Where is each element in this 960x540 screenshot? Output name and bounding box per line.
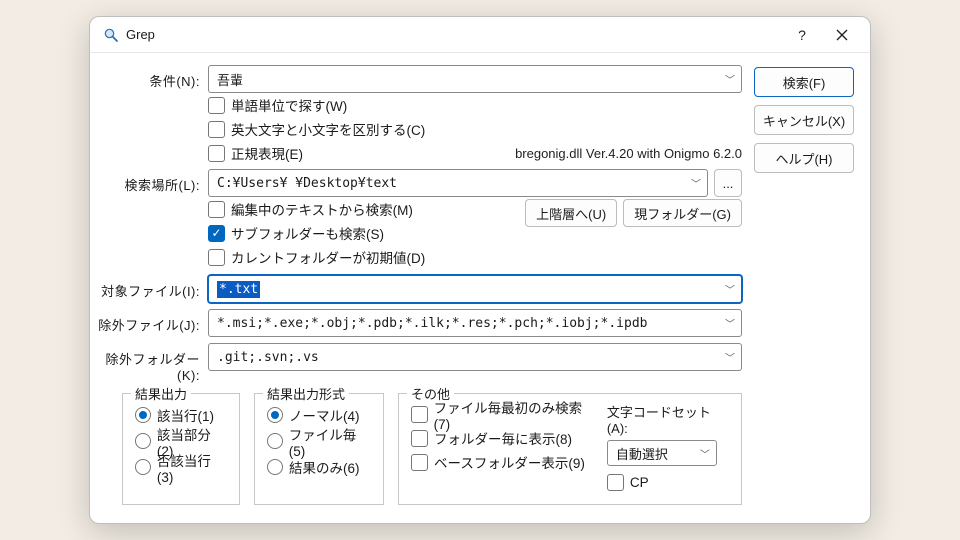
word-checkbox[interactable] (208, 97, 225, 114)
cancel-button[interactable]: キャンセル(X) (754, 105, 854, 135)
cp-checkbox[interactable] (607, 474, 624, 491)
condition-label: 条件(N): (98, 65, 208, 90)
format-perfile-radio[interactable] (267, 433, 283, 449)
location-label: 検索場所(L): (98, 169, 208, 194)
grep-dialog: Grep ? 条件(N): 吾輩 ﹀ 単語単位で探す(W) (89, 16, 871, 524)
exclude-file-label: 除外ファイル(J): (98, 309, 208, 334)
regex-version: bregonig.dll Ver.4.20 with Onigmo 6.2.0 (515, 146, 742, 161)
current-folder-button[interactable]: 現フォルダー(G) (623, 199, 742, 227)
target-input[interactable]: *.txt ﹀ (208, 275, 742, 303)
current-default-checkbox[interactable] (208, 249, 225, 266)
result-notline-radio[interactable] (135, 459, 151, 475)
subfolder-checkbox[interactable]: ✓ (208, 225, 225, 242)
browse-button[interactable]: ... (714, 169, 742, 197)
other-group: その他 ファイル毎最初のみ検索(7) フォルダー毎に表示(8) ベースフォルダー… (398, 393, 742, 505)
chevron-down-icon: ﹀ (725, 316, 735, 331)
charset-select[interactable]: 自動選択 ﹀ (607, 440, 717, 466)
close-button[interactable] (822, 21, 862, 49)
firstonly-checkbox[interactable] (411, 406, 428, 423)
exclude-folder-input[interactable]: .git;.svn;.vs ﹀ (208, 343, 742, 371)
window-title: Grep (126, 27, 782, 42)
chevron-down-icon: ﹀ (725, 282, 735, 297)
regex-checkbox[interactable] (208, 145, 225, 162)
result-part-radio[interactable] (135, 433, 151, 449)
chevron-down-icon: ﹀ (725, 350, 735, 365)
format-resultonly-radio[interactable] (267, 459, 283, 475)
case-checkbox[interactable] (208, 121, 225, 138)
up-folder-button[interactable]: 上階層へ(U) (525, 199, 617, 227)
result-format-group: 結果出力形式 ノーマル(4) ファイル毎(5) 結果のみ(6) (254, 393, 384, 505)
search-button[interactable]: 検索(F) (754, 67, 854, 97)
result-line-radio[interactable] (135, 407, 151, 423)
basefolder-checkbox[interactable] (411, 454, 428, 471)
editing-checkbox[interactable] (208, 201, 225, 218)
titlebar: Grep ? (90, 17, 870, 53)
charset-label: 文字コードセット(A): (607, 402, 729, 436)
chevron-down-icon: ﹀ (725, 72, 735, 87)
chevron-down-icon: ﹀ (691, 176, 701, 191)
format-normal-radio[interactable] (267, 407, 283, 423)
location-input[interactable]: C:¥Users¥ ¥Desktop¥text ﹀ (208, 169, 708, 197)
perfolder-checkbox[interactable] (411, 430, 428, 447)
result-output-group: 結果出力 該当行(1) 該当部分(2) 否該当行(3) (122, 393, 240, 505)
chevron-down-icon: ﹀ (700, 446, 710, 461)
app-icon (102, 26, 120, 44)
condition-input[interactable]: 吾輩 ﹀ (208, 65, 742, 93)
help-button[interactable]: ヘルプ(H) (754, 143, 854, 173)
help-titlebar-button[interactable]: ? (782, 21, 822, 49)
exclude-file-input[interactable]: *.msi;*.exe;*.obj;*.pdb;*.ilk;*.res;*.pc… (208, 309, 742, 337)
target-label: 対象ファイル(I): (98, 275, 208, 300)
exclude-folder-label: 除外フォルダー(K): (98, 343, 208, 383)
